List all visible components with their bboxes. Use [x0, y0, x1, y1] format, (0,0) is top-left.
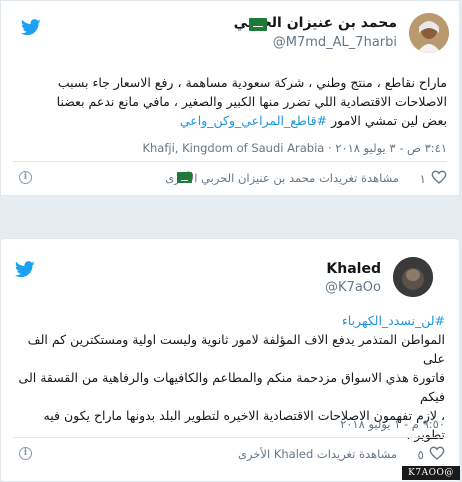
- hashtag-link[interactable]: #لن_نسدد_الكهرباء: [9, 311, 445, 330]
- more-tweets-link[interactable]: مشاهدة تغريدات محمد بن عنيزان الحربي الأ…: [165, 171, 399, 185]
- heart-icon: [431, 170, 447, 187]
- info-icon[interactable]: i: [19, 171, 32, 184]
- saudi-flag-icon: [177, 172, 192, 183]
- divider: [13, 437, 447, 438]
- divider: [13, 161, 447, 162]
- tweet-meta: ٣:٤١ ص - ٣ يوليو ٢٠١٨ · Khafji, Kingdom …: [142, 141, 447, 155]
- tweet-card-2: Khaled @K7aOo #لن_نسدد_الكهرباء المواطن …: [0, 238, 460, 482]
- tweet-text-line: بعض لين تمشي الامور #قاطع_المراعي_وكن_وا…: [179, 113, 447, 128]
- like-button[interactable]: ١: [420, 170, 447, 187]
- author-name[interactable]: Khaled: [326, 261, 381, 277]
- tweet-text-line: ماراح نقاطع ، منتج وطني ، شركة سعودية مس…: [57, 75, 447, 90]
- twitter-bird-icon[interactable]: [15, 261, 37, 279]
- tweet-text: ماراح نقاطع ، منتج وطني ، شركة سعودية مس…: [7, 73, 447, 130]
- tweet-text-line: فاتورة هذي الاسواق مزدحمة منكم والمطاعم …: [18, 370, 445, 404]
- author-handle[interactable]: @M7md_AL_7harbi: [273, 35, 397, 50]
- watermark: K7AOO@: [402, 466, 460, 480]
- twitter-bird-icon[interactable]: [21, 19, 43, 37]
- tweet-location[interactable]: Khafji, Kingdom of Saudi Arabia: [142, 141, 324, 155]
- tweet-text-line: الاصلاحات الاقتصادية اللي تضرر منها الكب…: [56, 94, 447, 109]
- like-count: ٥: [417, 447, 424, 462]
- hashtag-link[interactable]: #قاطع_المراعي_وكن_واعي: [180, 113, 327, 128]
- like-count: ١: [419, 171, 426, 186]
- tweet-timestamp[interactable]: ٩:٥٠ م - ١ يوليو ٢٠١٨: [340, 417, 445, 431]
- saudi-flag-icon: [249, 18, 267, 31]
- heart-icon: [429, 446, 445, 463]
- avatar[interactable]: [393, 257, 433, 297]
- more-tweets-link[interactable]: مشاهدة تغريدات Khaled الأخرى: [238, 447, 397, 461]
- tweet-timestamp[interactable]: ٣:٤١ ص - ٣ يوليو ٢٠١٨: [335, 141, 447, 155]
- author-handle[interactable]: @K7aOo: [325, 280, 381, 295]
- avatar[interactable]: [409, 13, 449, 53]
- tweet-text-line: المواطن المتذمر يدفع الاف المؤلفة لامور …: [27, 332, 445, 366]
- like-button[interactable]: ٥: [418, 446, 445, 463]
- info-icon[interactable]: i: [19, 447, 32, 460]
- tweet-card-1: محمد بن عنيزان الحربي @M7md_AL_7harbi ما…: [0, 0, 460, 196]
